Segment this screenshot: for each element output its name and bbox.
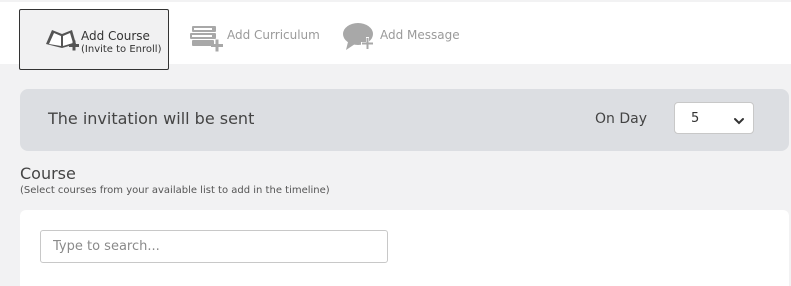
course-search-panel xyxy=(20,210,789,286)
add-curriculum-icon xyxy=(189,22,225,56)
day-select[interactable]: 5 xyxy=(674,102,754,134)
add-curriculum-label: Add Curriculum xyxy=(227,28,320,42)
chevron-down-icon xyxy=(733,112,745,131)
add-course-title: Add Course xyxy=(81,29,150,43)
day-select-value: 5 xyxy=(691,111,700,126)
tab-add-course[interactable]: Add Course (Invite to Enroll) xyxy=(19,9,169,70)
add-course-text: Add Course (Invite to Enroll) xyxy=(81,29,161,57)
course-search-input[interactable] xyxy=(40,230,388,263)
add-message-icon xyxy=(342,22,378,56)
add-course-icon xyxy=(44,24,80,58)
toolbar-top-divider xyxy=(0,0,791,2)
course-section-title: Course xyxy=(20,164,76,183)
invitation-text: The invitation will be sent xyxy=(48,109,255,128)
on-day-label: On Day xyxy=(595,111,647,127)
course-section-subtitle: (Select courses from your available list… xyxy=(20,185,330,196)
add-course-subtitle: (Invite to Enroll) xyxy=(81,44,162,55)
add-message-label: Add Message xyxy=(380,28,460,42)
invitation-bar: The invitation will be sent On Day 5 xyxy=(20,89,789,151)
